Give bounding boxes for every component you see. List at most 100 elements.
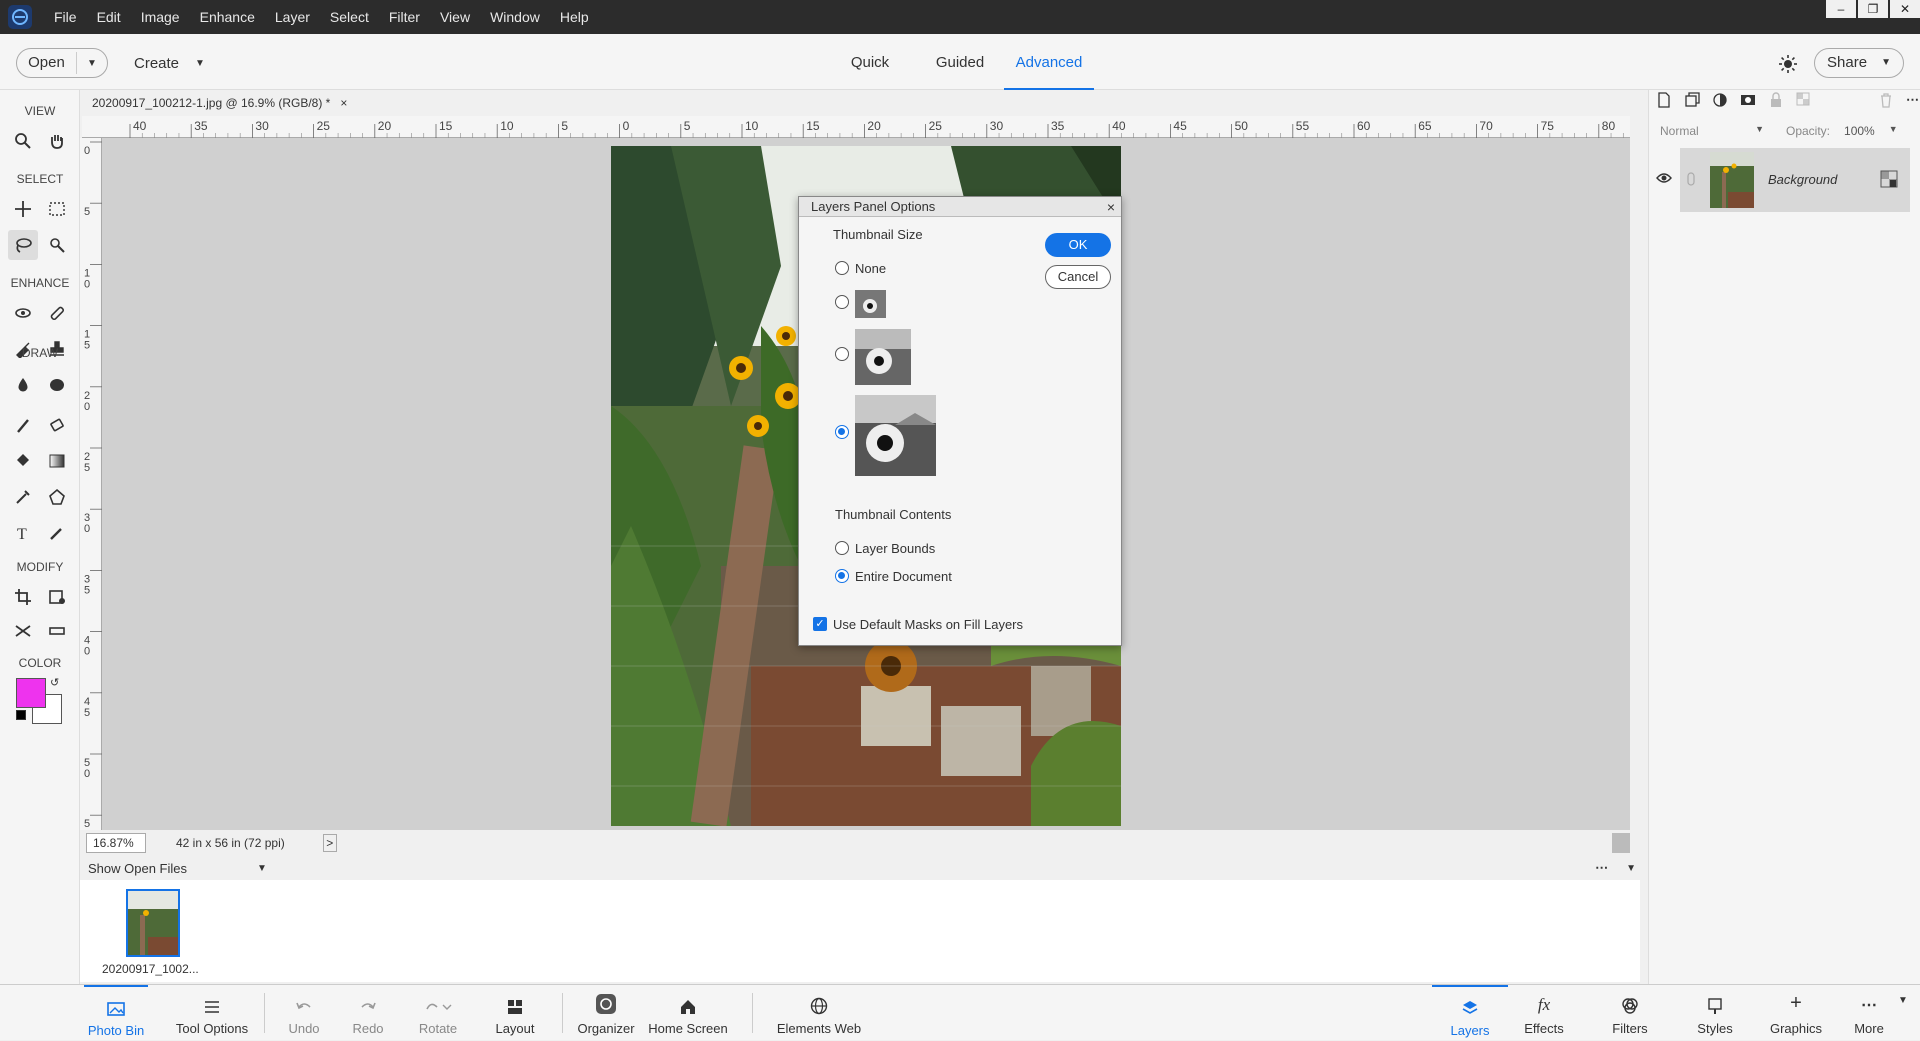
blur-tool-icon[interactable]	[8, 370, 38, 400]
opacity-value[interactable]: 100%	[1844, 124, 1875, 138]
eyedropper-icon[interactable]	[8, 482, 38, 512]
radio-size-medium[interactable]	[835, 347, 849, 361]
layout-button[interactable]: Layout	[490, 985, 540, 1041]
layers-button[interactable]: Layers	[1432, 985, 1508, 1041]
minimize-button[interactable]: –	[1826, 0, 1856, 18]
panel-menu-icon[interactable]: ⋯	[1906, 92, 1919, 108]
menu-filter[interactable]: Filter	[379, 0, 430, 34]
chevron-down-icon[interactable]: ▼	[77, 58, 107, 69]
menu-image[interactable]: Image	[131, 0, 190, 34]
radio-size-none-label[interactable]: None	[855, 261, 886, 276]
chevron-down-icon[interactable]: ▼	[257, 863, 267, 874]
tab-guided[interactable]: Guided	[930, 48, 990, 90]
cancel-button[interactable]: Cancel	[1045, 265, 1111, 289]
dialog-close-icon[interactable]: ×	[1107, 197, 1115, 217]
photo-bin-button[interactable]: Photo Bin	[84, 985, 148, 1041]
default-colors-icon[interactable]	[16, 710, 26, 720]
chevron-down-icon[interactable]: ▼	[1626, 863, 1636, 874]
photo-bin-thumbnail[interactable]	[126, 889, 180, 957]
sponge-tool-icon[interactable]	[42, 370, 72, 400]
swap-colors-icon[interactable]: ↺	[50, 676, 59, 689]
paint-bucket-icon[interactable]	[8, 446, 38, 476]
zoom-level[interactable]: 16.87%	[86, 833, 146, 853]
delete-layer-icon[interactable]	[1878, 92, 1894, 108]
menu-help[interactable]: Help	[550, 0, 599, 34]
radio-size-small[interactable]	[835, 295, 849, 309]
more-button[interactable]: ⋯ More	[1844, 985, 1894, 1041]
healing-brush-icon[interactable]	[42, 298, 72, 328]
organizer-button[interactable]: Organizer	[574, 985, 638, 1041]
menu-layer[interactable]: Layer	[265, 0, 320, 34]
rotate-button[interactable]: Rotate	[414, 985, 462, 1041]
filters-button[interactable]: Filters	[1598, 985, 1662, 1041]
tab-advanced[interactable]: Advanced	[1004, 48, 1094, 90]
tab-quick[interactable]: Quick	[840, 48, 900, 90]
section-view: VIEW	[24, 104, 56, 118]
menu-enhance[interactable]: Enhance	[190, 0, 265, 34]
radio-size-large[interactable]	[835, 425, 849, 439]
radio-entire-document[interactable]	[835, 569, 849, 583]
menu-select[interactable]: Select	[320, 0, 379, 34]
chevron-down-icon[interactable]: ▼	[1898, 995, 1908, 1006]
menu-view[interactable]: View	[430, 0, 480, 34]
create-button[interactable]: Create ▼	[134, 48, 205, 78]
elements-web-button[interactable]: Elements Web	[772, 985, 866, 1041]
ok-button[interactable]: OK	[1045, 233, 1111, 257]
new-group-icon[interactable]	[1684, 92, 1700, 108]
brightness-icon[interactable]	[1778, 54, 1798, 74]
effects-button[interactable]: fx Effects	[1514, 985, 1574, 1041]
document-tab[interactable]: 20200917_100212-1.jpg @ 16.9% (RGB/8) * …	[84, 92, 347, 114]
open-button[interactable]: Open ▼	[16, 48, 108, 78]
zoom-tool-icon[interactable]	[8, 126, 38, 156]
tool-options-button[interactable]: Tool Options	[170, 985, 254, 1041]
restore-button[interactable]: ❐	[1858, 0, 1888, 18]
close-tab-icon[interactable]: ×	[340, 96, 347, 110]
lock-all-icon[interactable]	[1796, 92, 1812, 108]
default-masks-checkbox[interactable]: ✓	[813, 617, 827, 631]
graphics-button[interactable]: + Graphics	[1764, 985, 1828, 1041]
foreground-color-swatch-front[interactable]	[16, 678, 46, 708]
marquee-tool-icon[interactable]	[42, 194, 72, 224]
undo-button[interactable]: Undo	[284, 985, 324, 1041]
default-masks-label[interactable]: Use Default Masks on Fill Layers	[833, 617, 1023, 632]
styles-button[interactable]: Styles	[1686, 985, 1744, 1041]
add-mask-icon[interactable]	[1740, 92, 1756, 108]
share-button[interactable]: Share ▼	[1814, 48, 1904, 78]
new-layer-icon[interactable]	[1656, 92, 1672, 108]
more-options-icon[interactable]: ⋯	[1595, 860, 1608, 876]
adjustment-layer-icon[interactable]	[1712, 92, 1728, 108]
menu-window[interactable]: Window	[480, 0, 550, 34]
straighten-tool-icon[interactable]	[42, 616, 72, 646]
pencil-tool-icon[interactable]	[42, 518, 72, 548]
radio-size-none[interactable]	[835, 261, 849, 275]
type-tool-icon[interactable]: T	[8, 518, 38, 548]
menu-file[interactable]: File	[44, 0, 87, 34]
shape-tool-icon[interactable]	[42, 482, 72, 512]
move-tool-icon[interactable]	[8, 194, 38, 224]
menu-edit[interactable]: Edit	[87, 0, 131, 34]
gradient-tool-icon[interactable]	[42, 446, 72, 476]
layer-name[interactable]: Background	[1768, 172, 1837, 187]
radio-entire-document-label[interactable]: Entire Document	[855, 569, 952, 584]
hand-tool-icon[interactable]	[42, 126, 72, 156]
redo-button[interactable]: Redo	[348, 985, 388, 1041]
content-aware-move-icon[interactable]	[8, 616, 38, 646]
lock-transparency-icon[interactable]	[1768, 92, 1784, 108]
red-eye-tool-icon[interactable]	[8, 298, 38, 328]
eraser-tool-icon[interactable]	[42, 410, 72, 440]
close-window-button[interactable]: ✕	[1890, 0, 1920, 18]
radio-layer-bounds[interactable]	[835, 541, 849, 555]
recompose-tool-icon[interactable]	[42, 582, 72, 612]
home-screen-button[interactable]: Home Screen	[646, 985, 730, 1041]
crop-tool-icon[interactable]	[8, 582, 38, 612]
lock-layer-icon[interactable]	[1880, 170, 1898, 188]
radio-layer-bounds-label[interactable]: Layer Bounds	[855, 541, 935, 556]
status-menu-arrow[interactable]: >	[322, 834, 337, 852]
quick-selection-tool-icon[interactable]	[42, 230, 72, 260]
visibility-eye-icon[interactable]	[1656, 172, 1672, 184]
lasso-tool-icon[interactable]	[8, 230, 38, 260]
opacity-control[interactable]: Opacity: 100% ▼	[1786, 124, 1898, 138]
brush-tool-icon[interactable]	[8, 410, 38, 440]
blend-mode-select[interactable]: Normal ▼	[1660, 124, 1764, 138]
show-open-files-dropdown[interactable]: Show Open Files	[88, 861, 187, 876]
